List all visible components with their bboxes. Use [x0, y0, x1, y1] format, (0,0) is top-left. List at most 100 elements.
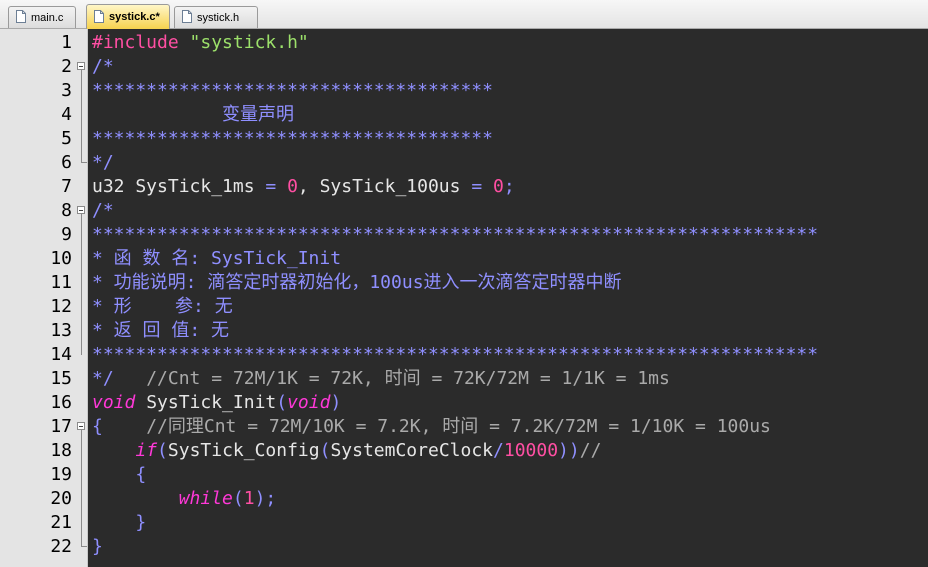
tab-bar: main.c systick.c* systick.h	[0, 0, 928, 29]
line-number: 11	[50, 272, 72, 293]
code-token: * 函 数 名: SysTick_Init	[92, 248, 342, 269]
fold-end-marker	[81, 151, 87, 163]
code-text: * 形 参: 无	[92, 295, 233, 319]
code-token: /*	[92, 200, 114, 221]
line-number: 8	[61, 200, 72, 221]
code-token: * 功能说明: 滴答定时器初始化，100us进入一次滴答定时器中断	[92, 272, 622, 293]
code-text: while(1);	[92, 487, 277, 511]
tab-main-c[interactable]: main.c	[8, 6, 76, 28]
code-token: */	[92, 368, 114, 389]
code-text: {	[92, 463, 146, 487]
code-line[interactable]: 11 * 功能说明: 滴答定时器初始化，100us进入一次滴答定时器中断	[0, 271, 928, 295]
code-line[interactable]: 6 */	[0, 151, 928, 175]
code-token: (	[319, 440, 331, 461]
code-line[interactable]: 1 #include "systick.h"	[0, 31, 928, 55]
code-token: 0	[287, 176, 298, 197]
fold-toggle-icon[interactable]	[77, 62, 85, 70]
tab-systick-c[interactable]: systick.c*	[86, 4, 170, 29]
code-text: u32 SysTick_1ms = 0, SysTick_100us = 0;	[92, 175, 515, 199]
line-number: 14	[50, 344, 72, 365]
code-text: *************************************	[92, 79, 493, 103]
code-token: =	[265, 176, 277, 197]
code-line[interactable]: 20 while(1);	[0, 487, 928, 511]
code-line[interactable]: 14 **************************************…	[0, 343, 928, 367]
line-number: 18	[50, 440, 72, 461]
fold-toggle-icon[interactable]	[77, 206, 85, 214]
code-token: //	[579, 440, 602, 461]
code-token: * 形 参: 无	[92, 296, 233, 317]
line-number: 22	[50, 536, 72, 557]
code-line[interactable]: 19 {	[0, 463, 928, 487]
code-text: * 返 回 值: 无	[92, 319, 229, 343]
code-text: /*	[92, 199, 114, 223]
code-text: #include "systick.h"	[92, 31, 309, 55]
line-number: 16	[50, 392, 72, 413]
code-line[interactable]: 8 /*	[0, 199, 928, 355]
code-token: * 返 回 值: 无	[92, 320, 230, 341]
code-line[interactable]: 22}	[0, 535, 928, 559]
line-number: 19	[50, 464, 72, 485]
code-text: */	[92, 151, 114, 175]
code-editor[interactable]: 1 #include "systick.h" 2 /* 3 ***************…	[0, 29, 928, 567]
line-number: 5	[61, 128, 72, 149]
code-line[interactable]: 12 * 形 参: 无	[0, 295, 928, 319]
code-token: =	[471, 176, 483, 197]
line-number: 1	[61, 32, 72, 53]
line-number: 4	[61, 104, 72, 125]
code-line[interactable]: 13 * 返 回 值: 无	[0, 319, 928, 343]
code-token: 1	[243, 488, 255, 509]
fold-end-marker	[81, 535, 87, 547]
code-token: */	[92, 152, 114, 173]
line-number: 9	[61, 224, 72, 245]
line-number: 3	[61, 80, 72, 101]
line-number: 13	[50, 320, 72, 341]
code-line[interactable]: 16 void SysTick_Init(void)	[0, 391, 928, 415]
code-text: }	[92, 535, 103, 559]
code-line[interactable]: 5 *************************************	[0, 127, 928, 151]
code-token: )	[330, 392, 342, 413]
code-text: { //同理Cnt = 72M/10K = 7.2K, 时间 = 7.2K/72…	[92, 415, 771, 439]
code-text: 变量声明	[92, 103, 294, 127]
code-line[interactable]: 3 *************************************	[0, 79, 928, 103]
code-text: void SysTick_Init(void)	[92, 391, 341, 415]
code-token: /	[493, 440, 504, 461]
code-token: 变量声明	[92, 104, 295, 125]
code-line[interactable]: 15 */ //Cnt = 72M/1K = 72K, 时间 = 72K/72M …	[0, 367, 928, 391]
code-token: #include	[92, 32, 190, 53]
code-line[interactable]: 17 { //同理Cnt = 72M/10K = 7.2K, 时间 = 7.2K/…	[0, 415, 928, 547]
code-line[interactable]: 2 /*	[0, 55, 928, 163]
tab-label: systick.h	[197, 11, 240, 24]
code-line[interactable]: 18 if(SysTick_Config(SystemCoreClock/100…	[0, 439, 928, 463]
code-token: u32 SysTick_1ms	[92, 176, 266, 197]
code-text: * 函 数 名: SysTick_Init	[92, 247, 341, 271]
tab-label: systick.c*	[109, 11, 160, 23]
tab-systick-h[interactable]: systick.h	[174, 6, 258, 28]
code-line[interactable]: 7 u32 SysTick_1ms = 0, SysTick_100us = 0;	[0, 175, 928, 199]
code-line[interactable]: 4 变量声明	[0, 103, 928, 127]
code-line[interactable]: 9 ***************************************…	[0, 223, 928, 247]
code-token: (	[232, 488, 244, 509]
code-text: ****************************************…	[92, 223, 818, 247]
code-token: ****************************************…	[92, 224, 819, 245]
code-token: ))	[558, 440, 580, 461]
tab-label: main.c	[31, 11, 64, 24]
fold-toggle-icon[interactable]	[77, 422, 85, 430]
code-line[interactable]: 10 * 函 数 名: SysTick_Init	[0, 247, 928, 271]
code-token: {	[92, 416, 103, 437]
file-icon	[94, 10, 104, 23]
code-line[interactable]: 21 }	[0, 511, 928, 535]
code-token: *************************************	[92, 80, 493, 101]
code-token: SystemCoreClock	[330, 440, 494, 461]
code-token: void	[287, 392, 331, 413]
code-token: ****************************************…	[92, 344, 819, 365]
file-icon	[16, 10, 26, 23]
code-token: void	[92, 392, 136, 413]
code-token: }	[135, 512, 147, 533]
code-text: }	[92, 511, 146, 535]
code-token: }	[92, 536, 103, 557]
code-token: );	[254, 488, 277, 509]
line-number: 7	[61, 176, 72, 197]
